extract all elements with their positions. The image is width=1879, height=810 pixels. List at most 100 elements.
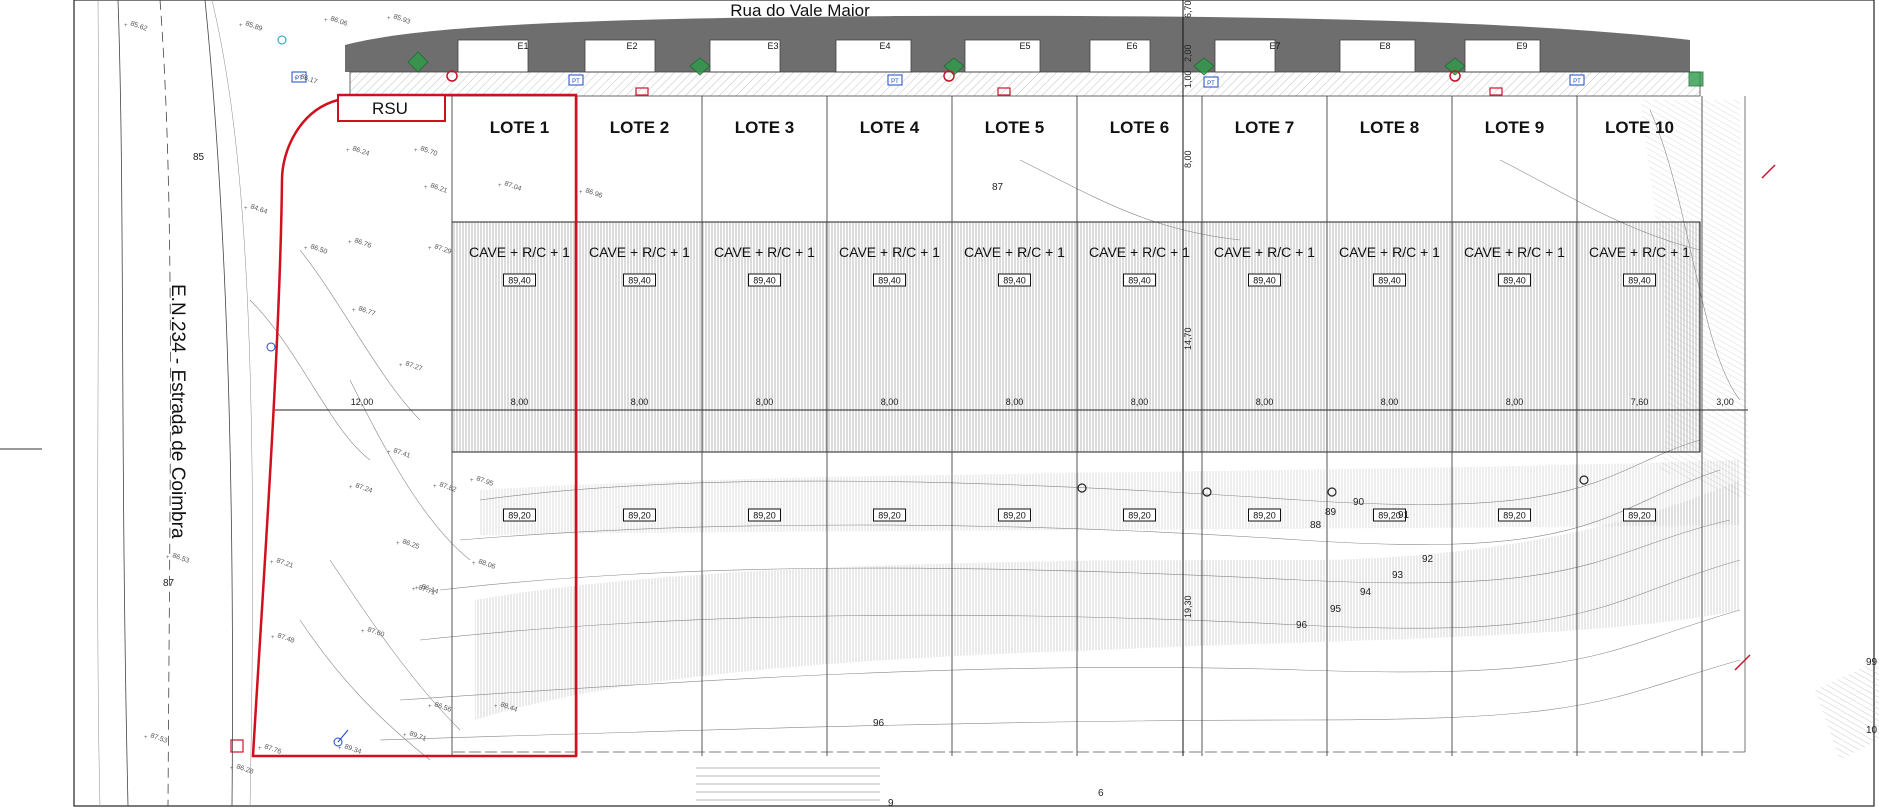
lot-width: 8,00 <box>756 397 774 407</box>
lot-width: 8,00 <box>1256 397 1274 407</box>
spot-height: 88.06 <box>477 558 496 571</box>
spot-marker: + <box>270 560 274 566</box>
lot-width: 8,00 <box>1381 397 1399 407</box>
spot-marker: + <box>387 450 391 456</box>
contour-label: 89 <box>1325 507 1337 518</box>
contour-label: 90 <box>1353 497 1365 508</box>
spot-height: 86.28 <box>235 763 254 776</box>
spot-height: 87.04 <box>503 180 522 193</box>
spot-height: 86.53 <box>171 552 190 565</box>
spot-marker: + <box>414 148 418 154</box>
building-label: CAVE + R/C + 1 <box>1089 244 1190 260</box>
spot-height: 85.70 <box>419 145 438 158</box>
parking-label: E1 <box>517 41 528 51</box>
spot-height: 87.27 <box>404 360 423 373</box>
lot-width: 8,00 <box>1506 397 1524 407</box>
lot-label: LOTE 4 <box>860 118 920 137</box>
spot-height: 87.76 <box>263 743 282 756</box>
spot-marker: + <box>433 484 437 490</box>
spot-height: 84.64 <box>249 203 268 216</box>
pt-label: PT <box>1573 79 1581 85</box>
parking-label: E3 <box>767 41 778 51</box>
dim-building-depth: 14,70 <box>1183 327 1193 350</box>
contour-label: 92 <box>1422 554 1434 565</box>
spot-marker: + <box>304 246 308 252</box>
spot-height: 89.71 <box>408 730 427 743</box>
contour-label: 93 <box>1392 570 1404 581</box>
spot-marker: + <box>494 704 498 710</box>
dim-right-setback: 3,00 <box>1716 397 1734 407</box>
spot-height: 87.24 <box>354 482 373 495</box>
spot-marker: + <box>324 18 328 24</box>
back-level-value: 89,20 <box>628 511 651 521</box>
spot-height: 87.82 <box>438 481 457 494</box>
sidewalk <box>349 71 1701 97</box>
spot-marker: + <box>346 148 350 154</box>
spot-marker: + <box>498 183 502 189</box>
corner-hatch <box>1815 660 1879 760</box>
spot-marker: + <box>271 635 275 641</box>
lot-label: LOTE 3 <box>735 118 795 137</box>
building-label: CAVE + R/C + 1 <box>589 244 690 260</box>
lot-label: LOTE 9 <box>1485 118 1545 137</box>
spot-marker: + <box>352 308 356 314</box>
spot-marker: + <box>349 485 353 491</box>
lot-label: LOTE 7 <box>1235 118 1295 137</box>
spot-marker: + <box>428 704 432 710</box>
contour-label: 91 <box>1398 510 1410 521</box>
spot-height: 86.50 <box>309 243 328 256</box>
front-level-value: 89,40 <box>1378 276 1401 286</box>
spot-marker: + <box>144 735 148 741</box>
dim-top-c: 1,00 <box>1183 70 1193 88</box>
building-label: CAVE + R/C + 1 <box>1339 244 1440 260</box>
lot-width: 8,00 <box>511 397 529 407</box>
front-level-value: 89,40 <box>878 276 901 286</box>
spot-height: 85.62 <box>129 20 148 33</box>
back-level-value: 89,20 <box>1503 511 1526 521</box>
spot-height: 87.48 <box>276 632 295 645</box>
parking-label: E4 <box>879 41 890 51</box>
spot-marker: + <box>348 240 352 246</box>
spot-height: 85.89 <box>244 20 263 33</box>
pt-label: PT <box>572 79 580 85</box>
spot-marker: + <box>239 23 243 29</box>
lot-width: 8,00 <box>1006 397 1024 407</box>
spot-marker: + <box>396 541 400 547</box>
front-level-value: 89,40 <box>1503 276 1526 286</box>
contour-label: 10 <box>1866 725 1878 736</box>
spot-marker: + <box>472 561 476 567</box>
building-label: CAVE + R/C + 1 <box>714 244 815 260</box>
spot-height: 87.95 <box>475 475 494 488</box>
spot-height: 89.34 <box>343 743 362 756</box>
back-level-value: 89,20 <box>1253 511 1276 521</box>
spot-height: 86.77 <box>357 305 376 318</box>
spot-marker: + <box>387 16 391 22</box>
spot-height: 86.06 <box>329 15 348 28</box>
bottom-hatch-block <box>696 767 880 801</box>
spot-marker: + <box>166 555 170 561</box>
parking-label: E8 <box>1379 41 1390 51</box>
contour-label: 6 <box>1098 788 1104 799</box>
spot-marker: + <box>579 190 583 196</box>
lot-label: LOTE 1 <box>490 118 550 137</box>
pt-label: PT <box>891 79 899 85</box>
spot-height: 86.24 <box>351 145 370 158</box>
spot-height: 86.21 <box>429 182 448 195</box>
spot-height: 87.21 <box>275 557 294 570</box>
spot-height: 85.93 <box>392 13 411 26</box>
building-label: CAVE + R/C + 1 <box>1589 244 1690 260</box>
front-level-value: 89,40 <box>1628 276 1651 286</box>
front-level-value: 89,40 <box>508 276 531 286</box>
spot-marker: + <box>258 746 262 752</box>
spot-height: 86.76 <box>353 237 372 250</box>
building-label: CAVE + R/C + 1 <box>964 244 1065 260</box>
contour-label: 9 <box>888 798 894 809</box>
spot-marker: + <box>403 733 407 739</box>
spot-height: 86.96 <box>584 187 603 200</box>
spot-height: 86.17 <box>299 73 318 86</box>
rsu-label: RSU <box>372 99 408 118</box>
site-plan-drawing: Rua do Vale Maior E.N.234 - Estrada de C… <box>0 0 1879 809</box>
spot-marker: + <box>424 185 428 191</box>
lot-label: LOTE 2 <box>610 118 670 137</box>
parking-label: E7 <box>1269 41 1280 51</box>
